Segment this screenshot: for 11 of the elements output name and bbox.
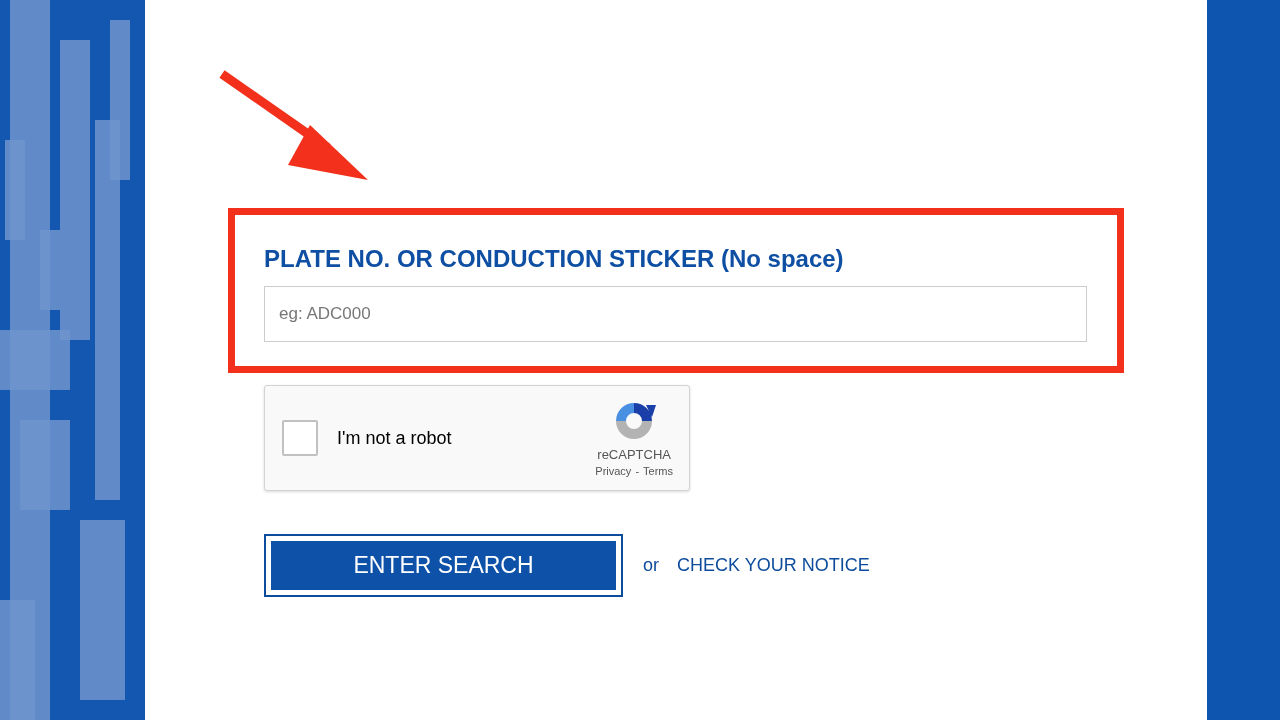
field-label: PLATE NO. OR CONDUCTION STICKER (No space) — [264, 245, 845, 273]
enter-search-button[interactable]: ENTER SEARCH — [264, 534, 623, 597]
or-text: or — [643, 555, 659, 576]
captcha-checkbox[interactable] — [282, 420, 318, 456]
privacy-link[interactable]: Privacy — [595, 465, 632, 477]
terms-link[interactable]: Terms — [643, 465, 673, 477]
check-notice-link[interactable]: CHECK YOUR NOTICE — [677, 555, 870, 576]
captcha-brand: reCAPTCHA — [597, 447, 671, 462]
captcha-label: I'm not a robot — [337, 427, 453, 449]
plate-input-field[interactable]: eg: ADC000 — [264, 286, 1087, 342]
link-separator: - — [635, 465, 640, 477]
